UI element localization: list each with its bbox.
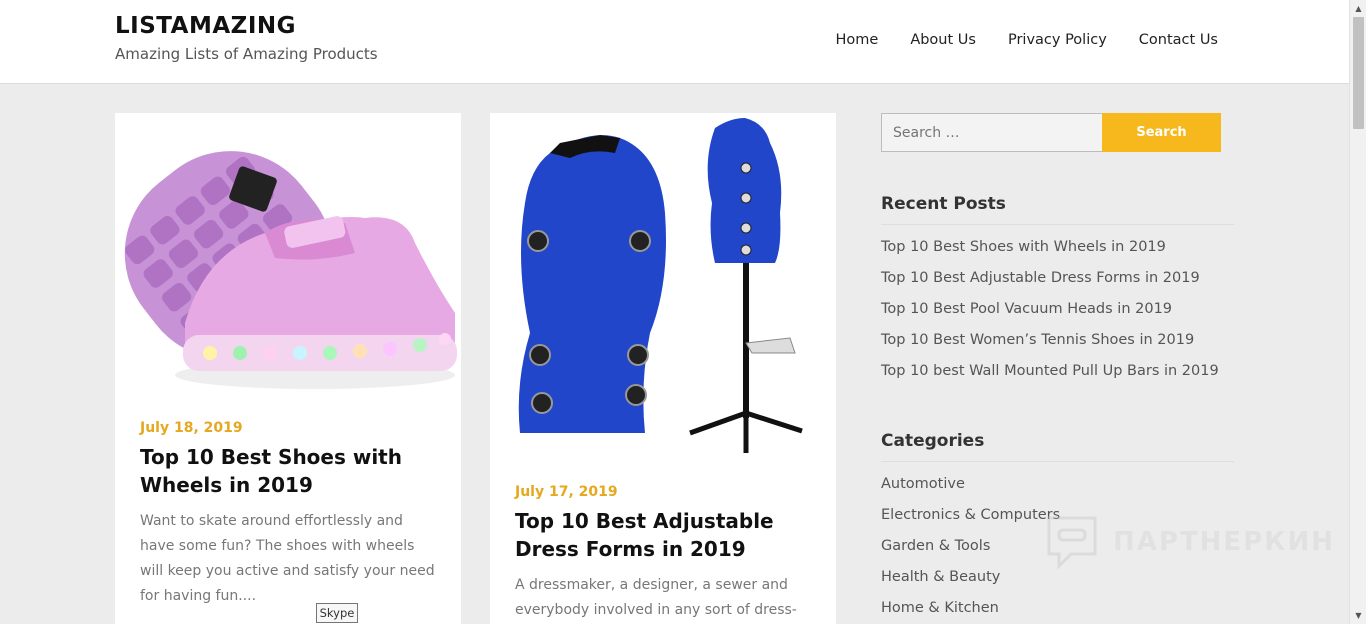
search-button[interactable]: Search [1102,113,1221,152]
category-link[interactable]: Home & Kitchen [881,600,1060,624]
chat-bubble-icon [1047,516,1097,570]
recent-posts-list: Top 10 Best Shoes with Wheels in 2019 To… [881,239,1219,394]
site-tagline: Amazing Lists of Amazing Products [115,45,378,63]
category-link[interactable]: Electronics & Computers [881,507,1060,538]
site-header: LISTAMAZING Amazing Lists of Amazing Pro… [0,0,1349,84]
scroll-thumb[interactable] [1353,17,1364,129]
recent-post-link[interactable]: Top 10 Best Pool Vacuum Heads in 2019 [881,301,1219,332]
post-date[interactable]: July 18, 2019 [140,420,243,436]
site-title[interactable]: LISTAMAZING [115,13,296,39]
nav-contact-us[interactable]: Contact Us [1139,32,1218,48]
nav-about-us[interactable]: About Us [910,32,976,48]
nav-home[interactable]: Home [835,32,878,48]
main-nav: Home About Us Privacy Policy Contact Us [835,32,1218,48]
recent-post-link[interactable]: Top 10 best Wall Mounted Pull Up Bars in… [881,363,1219,394]
post-title[interactable]: Top 10 Best Shoes with Wheels in 2019 [140,443,445,499]
scroll-up-arrow-icon[interactable]: ▲ [1350,0,1366,17]
post-card: July 17, 2019 Top 10 Best Adjustable Dre… [490,113,836,624]
category-link[interactable]: Health & Beauty [881,569,1060,600]
watermark-text: ПАРТНЕРКИН [1113,527,1336,557]
categories-list: Automotive Electronics & Computers Garde… [881,476,1060,624]
partnerkin-watermark: ПАРТНЕРКИН [1045,514,1335,570]
nav-privacy-policy[interactable]: Privacy Policy [1008,32,1107,48]
scroll-down-arrow-icon[interactable]: ▼ [1350,607,1366,624]
post-excerpt: Want to skate around effortlessly and ha… [140,513,435,604]
roller-shoe-image[interactable] [115,113,461,403]
post-card: July 18, 2019 Top 10 Best Shoes with Whe… [115,113,461,624]
post-title[interactable]: Top 10 Best Adjustable Dress Forms in 20… [515,507,820,563]
recent-post-link[interactable]: Top 10 Best Women’s Tennis Shoes in 2019 [881,332,1219,363]
recent-post-link[interactable]: Top 10 Best Adjustable Dress Forms in 20… [881,270,1219,301]
dress-form-image[interactable] [490,113,836,467]
recent-post-link[interactable]: Top 10 Best Shoes with Wheels in 2019 [881,239,1219,270]
categories-title: Categories [881,431,1234,462]
search-input[interactable] [881,113,1103,152]
category-link[interactable]: Garden & Tools [881,538,1060,569]
page-scrollbar[interactable]: ▲ ▼ [1349,0,1366,624]
post-date[interactable]: July 17, 2019 [515,484,618,500]
post-excerpt: A dressmaker, a designer, a sewer and ev… [515,577,797,618]
skype-tooltip: Skype [316,603,358,623]
category-link[interactable]: Automotive [881,476,1060,507]
recent-posts-title: Recent Posts [881,194,1234,225]
